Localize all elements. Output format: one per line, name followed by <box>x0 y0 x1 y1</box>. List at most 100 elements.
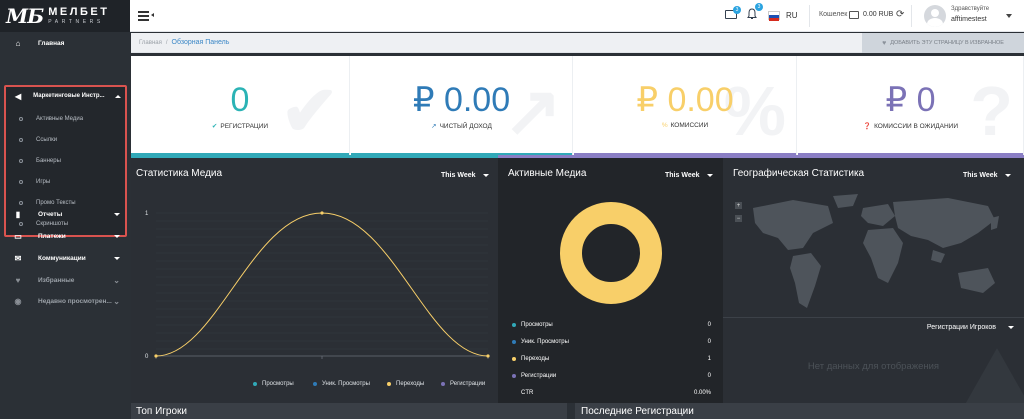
stat-value: ₽ 0.00 <box>636 81 734 119</box>
data-point <box>154 354 158 358</box>
stat-net-income: ↗ ₽ 0.00 ↗ ЧИСТЫЙ ДОХОД <box>351 56 573 156</box>
russia-flag-icon[interactable] <box>768 11 780 21</box>
sidebar-item-favorites[interactable]: ♥ Избранные ⌄ <box>0 270 130 290</box>
circle-icon <box>19 138 23 142</box>
avatar[interactable] <box>924 5 946 27</box>
stat-registrations: ✔ 0 ✔ РЕГИСТРАЦИИ <box>131 56 350 156</box>
bell-icon[interactable]: 3 <box>746 3 763 20</box>
player-registrations-select[interactable]: Регистрации Игроков <box>927 324 1014 331</box>
sidebar-item-recently-viewed[interactable]: ◉ Недавно просмотрен... ⌄ <box>0 291 130 311</box>
sidebar-item-label: Маркетинговые Инстр... <box>33 93 105 99</box>
top-players-title: Топ Игроки <box>136 406 188 417</box>
wallet-icon <box>849 11 859 19</box>
language-selector[interactable]: RU <box>786 11 798 20</box>
sidebar-item-payments[interactable]: ▭ Платежи <box>0 226 130 246</box>
logo[interactable]: МБ МЕЛБЕТ PARTNERS <box>0 0 130 32</box>
add-to-favorites-button[interactable]: ♥ ДОБАВИТЬ ЭТУ СТРАНИЦУ В ИЗБРАННОЕ <box>862 33 1024 53</box>
circle-icon <box>19 180 23 184</box>
y-tick-label: 0 <box>145 354 149 360</box>
stat-label: КОМИССИИ В ОЖИДАНИИ <box>874 123 958 130</box>
active-media-row: Просмотры 0 <box>498 318 723 332</box>
legend-item[interactable]: Уник. Просмотры <box>313 381 370 387</box>
mail-badge: 3 <box>733 6 741 14</box>
refresh-icon[interactable]: ⟳ <box>896 10 904 20</box>
submenu-item-banners[interactable]: Баннеры <box>6 151 124 171</box>
chevron-up-icon <box>115 94 121 98</box>
credit-card-icon: ▭ <box>14 231 22 241</box>
sidebar-item-home[interactable]: ⌂ Главная <box>0 33 130 53</box>
logo-subtitle: PARTNERS <box>48 19 104 25</box>
period-select[interactable]: This Week <box>665 172 713 179</box>
user-name[interactable]: afftimestest <box>951 16 987 23</box>
chevron-down-icon: ⌄ <box>113 296 120 306</box>
stat-value: ₽ 0 <box>885 81 936 119</box>
percent-icon: % <box>661 122 668 129</box>
legend-item[interactable]: Переходы <box>387 381 424 387</box>
donut-chart <box>560 202 662 304</box>
zoom-out-button[interactable]: − <box>735 215 742 222</box>
circle-icon <box>19 159 23 163</box>
stat-label: ЧИСТЫЙ ДОХОД <box>439 123 492 130</box>
chevron-down-icon <box>706 173 713 177</box>
series-line <box>155 212 489 357</box>
circle-icon <box>19 117 23 121</box>
chevron-down-icon: ⌄ <box>113 275 120 285</box>
mail-icon[interactable]: 3 <box>725 6 741 19</box>
media-line-chart: 01 <box>145 211 490 360</box>
megaphone-icon: ◀ <box>15 91 22 101</box>
stat-pending-commissions: ? ₽ 0 ❓ КОМИССИИ В ОЖИДАНИИ <box>798 56 1024 156</box>
logo-mark: МБ <box>6 4 44 28</box>
active-media-row: Регистрации 0 <box>498 369 723 383</box>
page-title: Обзорная Панель <box>171 39 230 46</box>
bell-badge: 3 <box>755 3 763 11</box>
period-select[interactable]: This Week <box>963 172 1011 179</box>
panel-title: Географическая Статистика <box>733 168 865 179</box>
sidebar-toggle-icon[interactable] <box>138 9 156 23</box>
bottom-panels: Топ Игроки Последние Регистрации <box>131 403 1024 419</box>
breadcrumb: Главная / Обзорная Панель <box>139 39 230 46</box>
sidebar-item-label: Избранные <box>38 276 75 284</box>
data-point <box>320 211 324 215</box>
stat-label: РЕГИСТРАЦИИ <box>220 123 269 130</box>
warning-icon <box>963 348 1024 408</box>
chevron-down-icon[interactable] <box>1006 14 1012 18</box>
wallet-label: Кошелек <box>819 11 848 18</box>
sidebar-item-label: Недавно просмотрен... <box>38 297 112 305</box>
active-media-row: Уник. Просмотры 0 <box>498 335 723 349</box>
chevron-down-icon <box>114 234 120 238</box>
submenu-item-links[interactable]: Ссылки <box>6 130 124 150</box>
question-circle-icon: ❓ <box>863 123 872 130</box>
y-tick-label: 1 <box>145 211 149 217</box>
bar-chart-icon: ▮ <box>15 209 21 219</box>
zoom-in-button[interactable]: + <box>735 202 742 209</box>
sidebar: ⌂ Главная ◀ Маркетинговые Инстр... Актив… <box>0 32 130 419</box>
sidebar-item-reports[interactable]: ▮ Отчеты <box>0 204 130 224</box>
breadcrumb-root[interactable]: Главная <box>139 40 162 46</box>
sidebar-item-label: Главная <box>38 39 65 47</box>
sidebar-item-marketing-tools[interactable]: ◀ Маркетинговые Инстр... <box>6 87 124 105</box>
legend-item[interactable]: Просмотры <box>253 381 294 387</box>
active-media-row: CTR 0.00% <box>521 390 711 396</box>
geo-stats-panel: Географическая Статистика This Week + − … <box>723 158 1024 408</box>
submenu-item-games[interactable]: Игры <box>6 172 124 192</box>
home-icon: ⌂ <box>15 38 21 48</box>
active-media-row: Переходы 1 <box>498 352 723 366</box>
logo-name: МЕЛБЕТ <box>48 6 110 18</box>
recent-registrations-title: Последние Регистрации <box>581 406 694 417</box>
stats-row: ✔ 0 ✔ РЕГИСТРАЦИИ ↗ ₽ 0.00 ↗ ЧИСТЫЙ ДОХОД … <box>131 56 1024 156</box>
no-data-message: Нет данных для отображения <box>807 361 940 372</box>
submenu-item-active-media[interactable]: Активные Медиа <box>6 109 124 129</box>
sidebar-item-label: Коммуникации <box>38 254 86 262</box>
stat-commissions: % ₽ 0.00 % КОМИССИИ <box>574 56 797 156</box>
line-chart-icon: ↗ <box>431 123 437 130</box>
sidebar-item-communications[interactable]: ✉ Коммуникации <box>0 248 130 268</box>
heart-icon: ♥ <box>15 275 21 285</box>
data-point <box>486 354 490 358</box>
media-stats-panel: Статистика Медиа This Week 01 Просмотры … <box>131 158 498 403</box>
wallet-balance: 0.00 RUB <box>863 11 894 18</box>
top-header: МБ МЕЛБЕТ PARTNERS 3 3 RU Кошелек 0.00 R… <box>0 0 1024 32</box>
chevron-down-icon <box>1004 173 1011 177</box>
legend-item[interactable]: Регистрации <box>441 381 485 387</box>
stat-label: КОМИССИИ <box>670 122 709 129</box>
world-map[interactable] <box>733 188 1018 318</box>
